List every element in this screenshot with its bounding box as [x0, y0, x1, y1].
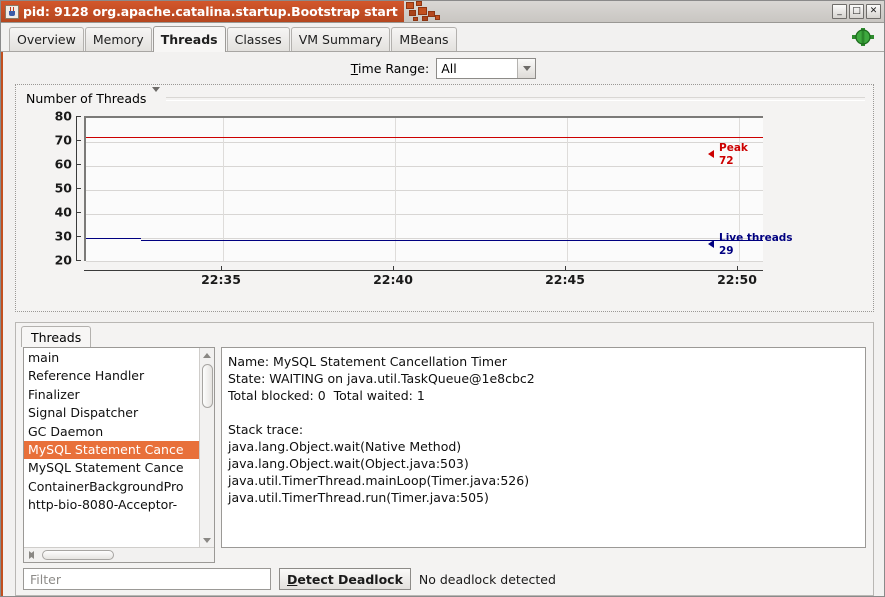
tab-threads-list[interactable]: Threads: [21, 326, 92, 347]
filter-input[interactable]: Filter: [23, 568, 271, 590]
time-range-value: All: [441, 60, 457, 76]
thread-list-vertical-scrollbar[interactable]: [199, 348, 214, 547]
tab-vm-summary[interactable]: VM Summary: [290, 27, 391, 51]
thread-list-inner: main Reference Handler Finalizer Signal …: [24, 348, 214, 547]
y-tick-label: 30: [54, 228, 72, 244]
legend-peak-value: 72: [719, 155, 734, 168]
x-tick-label: 22:45: [545, 272, 585, 287]
title-decoration: [404, 1, 464, 22]
legend-live-threads: Live threads 29: [708, 232, 793, 258]
time-range-label: Time Range:: [350, 60, 430, 76]
y-tick-label: 60: [54, 156, 72, 172]
jconsole-window: pid: 9128 org.apache.catalina.startup.Bo…: [0, 0, 885, 597]
title-bar-active-region: pid: 9128 org.apache.catalina.startup.Bo…: [1, 1, 440, 22]
tab-overview[interactable]: Overview: [9, 27, 84, 51]
list-item[interactable]: http-bio-8080-Acceptor-: [24, 496, 199, 514]
list-item[interactable]: MySQL Statement Cance: [24, 459, 199, 477]
window-title: pid: 9128 org.apache.catalina.startup.Bo…: [23, 4, 398, 19]
chevron-down-icon[interactable]: [517, 58, 536, 78]
threads-panel-body: main Reference Handler Finalizer Signal …: [16, 347, 873, 563]
thread-list[interactable]: main Reference Handler Finalizer Signal …: [24, 348, 199, 547]
scroll-down-icon[interactable]: [200, 533, 214, 547]
filter-placeholder: Filter: [30, 571, 61, 587]
y-tick-label: 80: [54, 108, 72, 124]
maximize-button[interactable]: □: [849, 4, 864, 19]
x-tick-label: 22:40: [373, 272, 413, 287]
y-tick-label: 70: [54, 132, 72, 148]
list-item[interactable]: Finalizer: [24, 386, 199, 404]
chart-body: 80 70 60 50 40 30 20 22:35 22:40 22:45 2…: [16, 108, 873, 300]
java-cup-icon: [5, 4, 19, 19]
legend-peak: Peak 72: [708, 142, 748, 168]
scroll-up-icon[interactable]: [200, 348, 214, 362]
tab-threads[interactable]: Threads: [152, 26, 226, 52]
close-button[interactable]: ✕: [866, 4, 881, 19]
list-item[interactable]: GC Daemon: [24, 423, 199, 441]
x-tick-label: 22:50: [717, 272, 757, 287]
main-tab-bar: Overview Memory Threads Classes VM Summa…: [1, 23, 884, 52]
list-item[interactable]: ContainerBackgroundPro: [24, 478, 199, 496]
chart-title: Number of Threads: [26, 91, 147, 106]
thread-detail-text: Name: MySQL Statement Cancellation Timer…: [228, 354, 535, 505]
threads-panel-tab-bar: Threads: [16, 323, 873, 347]
legend-live-threads-label: Live threads: [719, 232, 793, 244]
window-controls: _ □ ✕: [832, 4, 881, 19]
tab-mbeans[interactable]: MBeans: [391, 27, 457, 51]
detect-deadlock-mnemonic: D: [287, 571, 298, 587]
deadlock-status-text: No deadlock detected: [418, 571, 556, 587]
detect-deadlock-label: etect Deadlock: [297, 571, 403, 587]
time-range-bar: Time Range: All: [3, 52, 884, 84]
list-item[interactable]: main: [24, 349, 199, 367]
threads-tab-content: Time Range: All Number of Threads 80 70 …: [1, 52, 884, 596]
title-bar: pid: 9128 org.apache.catalina.startup.Bo…: [1, 1, 884, 23]
list-item[interactable]: Signal Dispatcher: [24, 404, 199, 422]
list-item-selected[interactable]: MySQL Statement Cance: [24, 440, 199, 460]
y-tick-label: 20: [54, 252, 72, 268]
x-tick-label: 22:35: [201, 272, 241, 287]
time-range-select[interactable]: All: [436, 57, 537, 79]
horizontal-scroll-thumb[interactable]: [42, 550, 114, 560]
connected-plug-icon[interactable]: [850, 26, 876, 48]
chart-header[interactable]: Number of Threads: [16, 85, 873, 108]
y-tick-label: 40: [54, 204, 72, 220]
chart-header-divider: [166, 96, 865, 101]
list-item[interactable]: Reference Handler: [24, 367, 199, 385]
scroll-right-icon[interactable]: [24, 548, 38, 562]
thread-list-container: main Reference Handler Finalizer Signal …: [23, 347, 215, 563]
detect-deadlock-button[interactable]: Detect Deadlock: [279, 568, 411, 590]
vertical-scroll-thumb[interactable]: [202, 364, 213, 408]
y-tick-label: 50: [54, 180, 72, 196]
series-line-live-threads: [86, 238, 141, 239]
tab-classes[interactable]: Classes: [226, 27, 290, 51]
minimize-button[interactable]: _: [832, 4, 847, 19]
chevron-down-icon[interactable]: [152, 86, 161, 106]
thread-detail-pane[interactable]: Name: MySQL Statement Cancellation Timer…: [221, 347, 866, 548]
thread-list-horizontal-scrollbar[interactable]: [24, 547, 214, 562]
chart-plot-area: [84, 116, 763, 262]
chart-x-axis: 22:35 22:40 22:45 22:50: [84, 266, 763, 287]
legend-peak-label: Peak: [719, 142, 748, 154]
legend-live-threads-value: 29: [719, 245, 734, 258]
chart-panel: Number of Threads 80 70 60 50 40 30 20 2…: [15, 84, 874, 312]
series-line-live-threads: [141, 240, 763, 241]
threads-bottom-bar: Filter Detect Deadlock No deadlock detec…: [16, 563, 873, 595]
series-line-peak: [86, 137, 763, 138]
chart-y-axis: 80 70 60 50 40 30 20: [55, 109, 83, 268]
threads-panel: Threads main Reference Handler Finalizer…: [15, 322, 874, 596]
tab-memory[interactable]: Memory: [84, 27, 152, 51]
